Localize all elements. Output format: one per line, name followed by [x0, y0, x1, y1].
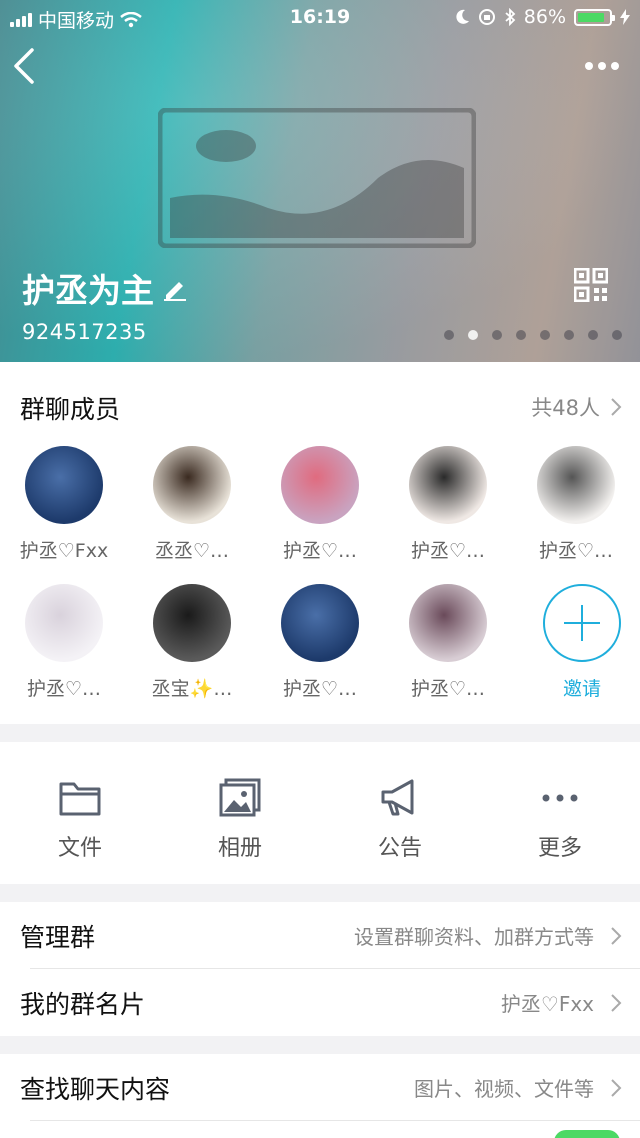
search-chat-row[interactable]: 查找聊天内容 图片、视频、文件等 [0, 1054, 640, 1121]
settings-list: 管理群 设置群聊资料、加群方式等 我的群名片 护丞♡Fxx [0, 902, 640, 1036]
member-name: 护丞♡… [410, 540, 486, 562]
member-name: 丞宝✨… [151, 678, 233, 700]
battery-percent: 86% [523, 6, 566, 28]
add-icon [543, 584, 621, 662]
invite-label: 邀请 [562, 678, 601, 700]
avatar [537, 446, 615, 524]
avatar [409, 584, 487, 662]
folder-icon [59, 782, 101, 816]
carousel-dot [540, 330, 550, 340]
chevron-right-icon [611, 1079, 622, 1097]
chevron-right-icon [611, 927, 622, 945]
search-section: 查找聊天内容 图片、视频、文件等 [0, 1054, 640, 1138]
my-group-card-row[interactable]: 我的群名片 护丞♡Fxx [0, 969, 640, 1036]
moon-icon [456, 9, 469, 24]
members-section: 群聊成员 共48人 护丞♡Fxx 丞丞♡… 护丞♡… 护丞♡… 护丞♡… 护丞♡… 丞宝✨…… [0, 362, 640, 724]
my-group-card-label: 我的群名片 [20, 989, 146, 1019]
avatar [153, 584, 231, 662]
carousel-dot [468, 330, 478, 340]
chevron-right-icon [611, 398, 622, 416]
member-name: 护丞♡… [26, 678, 102, 700]
more-dots-icon [542, 794, 578, 802]
album-label: 相册 [217, 836, 262, 861]
carousel-dot [516, 330, 526, 340]
carousel-dot [492, 330, 502, 340]
qr-code-icon[interactable] [574, 268, 608, 302]
carousel-dot [612, 330, 622, 340]
group-name: 护丞为主 [22, 271, 154, 310]
carousel-dot [588, 330, 598, 340]
member-name: 护丞♡… [282, 678, 358, 700]
files-label: 文件 [57, 836, 102, 861]
members-count-link[interactable]: 共48人 [531, 392, 622, 422]
manage-group-value: 设置群聊资料、加群方式等 [354, 925, 594, 949]
group-name-row[interactable]: 护丞为主 [22, 264, 188, 312]
avatar [409, 446, 487, 524]
member-item[interactable]: 丞丞♡… [128, 446, 256, 563]
edit-pencil-icon[interactable] [162, 275, 188, 301]
members-count: 共48人 [531, 396, 600, 420]
manage-group-row[interactable]: 管理群 设置群聊资料、加群方式等 [0, 902, 640, 969]
member-item[interactable]: 护丞♡Fxx [0, 446, 128, 563]
group-id: 924517235 [22, 320, 147, 344]
avatar [281, 584, 359, 662]
image-placeholder-icon [158, 108, 476, 248]
chevron-right-icon [611, 994, 622, 1012]
back-arrow-icon[interactable] [10, 44, 40, 88]
album-icon [219, 778, 261, 817]
member-item[interactable]: 护丞♡… [384, 446, 512, 563]
invite-button[interactable]: 邀请 [518, 584, 640, 701]
member-item[interactable]: 护丞♡… [256, 446, 384, 563]
member-item[interactable]: 护丞♡… [0, 584, 128, 701]
group-actions-bar: 文件 相册 公告 更多 [0, 742, 640, 884]
member-item[interactable]: 丞宝✨… [128, 584, 256, 701]
carousel-dots [444, 330, 622, 340]
carousel-dot [564, 330, 574, 340]
battery-icon [574, 8, 615, 26]
my-group-card-value: 护丞♡Fxx [500, 992, 594, 1016]
member-name: 护丞♡… [538, 540, 614, 562]
avatar [25, 446, 103, 524]
avatar [153, 446, 231, 524]
member-name: 护丞♡… [282, 540, 358, 562]
members-title: 群聊成员 [20, 395, 121, 424]
carousel-dot [444, 330, 454, 340]
toggle-switch[interactable] [554, 1130, 620, 1138]
album-button[interactable]: 相册 [160, 742, 320, 884]
more-label: 更多 [537, 836, 582, 861]
member-name: 丞丞♡… [154, 540, 230, 562]
rotation-lock-icon [478, 9, 495, 25]
files-button[interactable]: 文件 [0, 742, 160, 884]
search-chat-value: 图片、视频、文件等 [414, 1077, 594, 1101]
charging-icon [620, 9, 630, 25]
member-item[interactable]: 护丞♡… [256, 584, 384, 701]
announcement-label: 公告 [377, 836, 422, 861]
search-chat-label: 查找聊天内容 [20, 1074, 171, 1104]
manage-group-label: 管理群 [20, 922, 96, 952]
avatar [25, 584, 103, 662]
member-name: 护丞♡Fxx [19, 540, 109, 562]
bluetooth-icon [505, 8, 516, 26]
avatar [281, 446, 359, 524]
more-menu-button[interactable] [582, 56, 622, 76]
megaphone-icon [381, 779, 414, 816]
member-item[interactable]: 护丞♡… [384, 584, 512, 701]
member-name: 护丞♡… [410, 678, 486, 700]
status-bar: 中国移动 16:19 86% [0, 0, 640, 34]
member-item[interactable]: 护丞♡… [512, 446, 640, 563]
more-button[interactable]: 更多 [480, 742, 640, 884]
announcement-button[interactable]: 公告 [320, 742, 480, 884]
